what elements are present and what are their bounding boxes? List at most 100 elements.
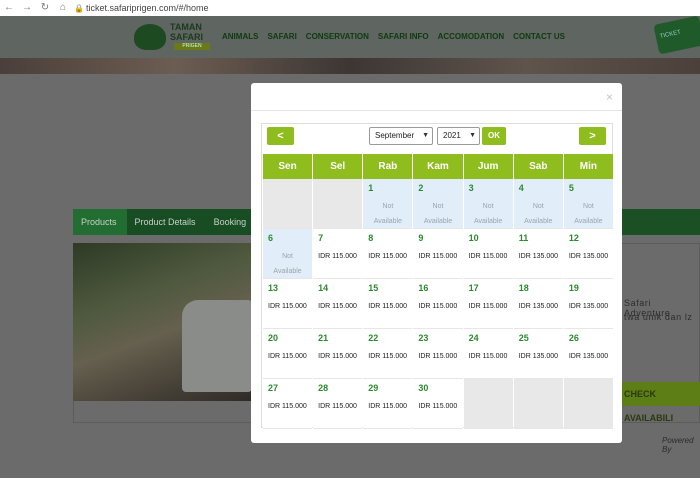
calendar-day[interactable]: 30 IDR 115.000 [413,379,463,429]
nav-accomodation[interactable]: ACCOMODATION [438,32,505,41]
nav-conservation[interactable]: CONSERVATION [306,32,369,41]
logo-subtitle: PRIGEN [174,43,210,50]
day-price: IDR 135.000 [518,253,559,260]
calendar-day[interactable]: 22 IDR 115.000 [363,329,413,379]
back-icon[interactable]: ← [0,0,18,16]
close-icon[interactable]: × [606,90,613,104]
nav-safari[interactable]: SAFARI [267,32,296,41]
calendar: < September ▼ 2021 ▼ OK > Sen Sel Rab Kam … [261,123,613,429]
calendar-day[interactable]: 15 IDR 115.000 [363,279,413,329]
step-product-details[interactable]: Product Details [126,209,206,235]
ticket-badge[interactable]: TICKET [653,15,700,55]
weekday-header: Sen [263,154,313,179]
day-price: IDR 115.000 [418,353,458,360]
day-price: IDR 115.000 [368,253,408,260]
calendar-empty-cell [263,179,313,229]
home-icon[interactable]: ⌂ [54,0,72,16]
calendar-day[interactable]: 26 IDR 135.000 [563,329,613,379]
calendar-day[interactable]: 10 IDR 115.000 [463,229,513,279]
not-available-label: Not Available [423,203,453,225]
year-select[interactable]: 2021 ▼ [437,127,480,145]
weekday-header: Sel [313,154,363,179]
day-number: 6 [268,233,274,243]
day-number: 14 [318,283,329,293]
not-available-label: Not Available [373,203,402,225]
day-price: IDR 115.000 [318,403,357,410]
calendar-day[interactable]: 25 IDR 135.000 [513,329,563,379]
calendar-empty-cell [513,379,563,429]
calendar-day[interactable]: 20 IDR 115.000 [263,329,313,379]
day-number: 2 [418,183,424,193]
calendar-day[interactable]: 12 IDR 135.000 [563,229,613,279]
chevron-down-icon: ▼ [422,132,429,139]
day-price: IDR 115.000 [418,403,458,410]
product-photo-vehicle [182,300,252,392]
weekday-header: Min [563,154,613,179]
day-price: IDR 115.000 [368,353,408,360]
lock-icon: 🔒 [74,3,84,13]
day-price: IDR 115.000 [318,353,357,360]
not-available-label: Not Available [574,203,603,225]
nav-contact-us[interactable]: CONTACT US [513,32,565,41]
calendar-day[interactable]: 13 IDR 115.000 [263,279,313,329]
day-price: IDR 115.000 [268,353,307,360]
booking-steps: Products Product Details Booking [73,209,257,235]
day-price: IDR 115.000 [468,253,508,260]
calendar-empty-cell [463,379,513,429]
day-price: IDR 115.000 [468,353,508,360]
powered-by: Powered By [662,436,694,454]
nav-safari-info[interactable]: SAFARI INFO [378,32,429,41]
day-number: 17 [468,283,479,293]
calendar-day[interactable]: 21 IDR 115.000 [313,329,363,379]
next-month-button[interactable]: > [579,127,606,145]
calendar-day[interactable]: 24 IDR 115.000 [463,329,513,379]
calendar-day[interactable]: 14 IDR 115.000 [313,279,363,329]
calendar-day[interactable]: 7 IDR 115.000 [313,229,363,279]
month-select[interactable]: September ▼ [369,127,433,145]
site-logo[interactable]: TAMAN SAFARI PRIGEN [134,20,214,52]
calendar-day[interactable]: 16 IDR 115.000 [413,279,463,329]
day-price: IDR 115.000 [418,253,458,260]
day-number: 13 [268,283,279,293]
calendar-day[interactable]: 11 IDR 135.000 [513,229,563,279]
calendar-day: 4 Not Available [513,179,563,229]
calendar-day[interactable]: 17 IDR 115.000 [463,279,513,329]
ok-button[interactable]: OK [482,127,506,145]
day-number: 3 [468,183,474,193]
main-nav: ANIMALS SAFARI CONSERVATION SAFARI INFO … [222,32,574,41]
calendar-day: 1 Not Available [363,179,413,229]
day-price: IDR 115.000 [318,303,357,310]
check-availability-button[interactable]: CHECK AVAILABILI [622,382,700,423]
day-number: 19 [568,283,579,293]
reload-icon[interactable]: ↻ [36,0,54,16]
calendar-day[interactable]: 23 IDR 115.000 [413,329,463,379]
day-price: IDR 115.000 [468,303,508,310]
day-price: IDR 115.000 [418,303,458,310]
browser-toolbar: ← → ↻ ⌂ 🔒 ticket.safariprigen.com/#/home [0,0,700,16]
not-available-label: Not Available [524,203,553,225]
address-bar[interactable]: ticket.safariprigen.com/#/home [86,3,209,13]
day-number: 24 [468,333,479,343]
hero-banner [0,58,700,74]
step-booking[interactable]: Booking [205,209,257,235]
forward-icon[interactable]: → [18,0,36,16]
prev-month-button[interactable]: < [267,127,294,145]
calendar-day[interactable]: 8 IDR 115.000 [363,229,413,279]
calendar-day[interactable]: 28 IDR 115.000 [313,379,363,429]
calendar-day[interactable]: 18 IDR 135.000 [513,279,563,329]
chevron-down-icon: ▼ [469,132,476,139]
day-number: 30 [418,383,429,393]
calendar-day[interactable]: 9 IDR 115.000 [413,229,463,279]
weekday-header: Sab [513,154,563,179]
calendar-day[interactable]: 19 IDR 135.000 [563,279,613,329]
step-products[interactable]: Products [73,209,127,235]
day-price: IDR 115.000 [268,303,307,310]
logo-emblem-icon [134,24,166,50]
calendar-day[interactable]: 29 IDR 115.000 [363,379,413,429]
day-price: IDR 115.000 [268,403,307,410]
calendar-day[interactable]: 27 IDR 115.000 [263,379,313,429]
nav-animals[interactable]: ANIMALS [222,32,258,41]
day-number: 16 [418,283,429,293]
day-price: IDR 135.000 [568,253,609,260]
weekday-header: Rab [363,154,413,179]
